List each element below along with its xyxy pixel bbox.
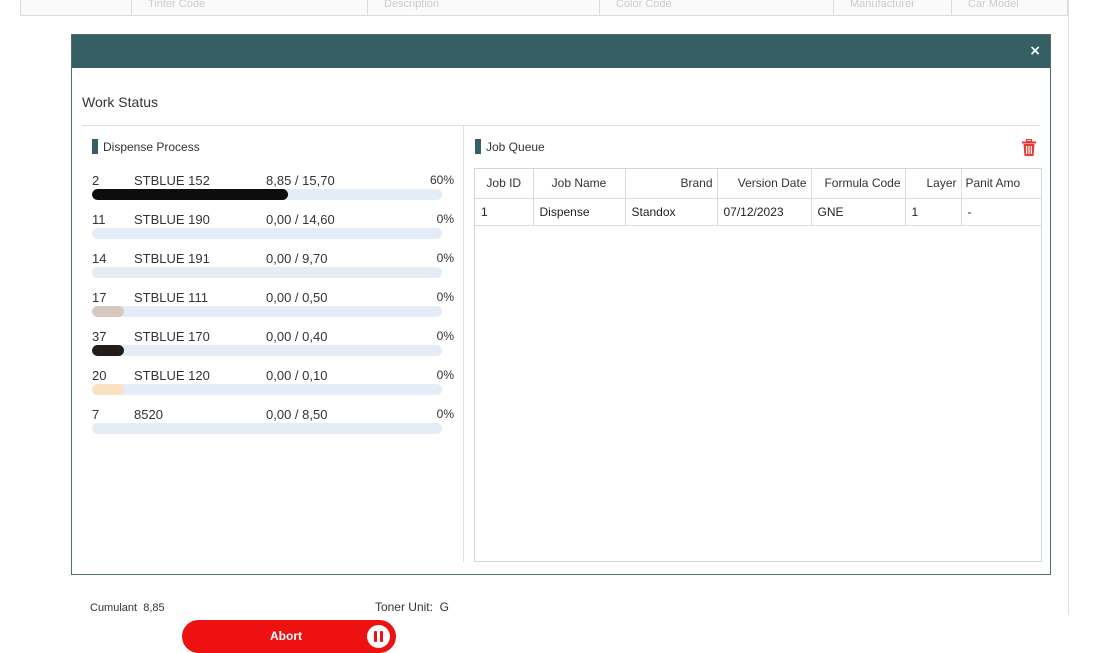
toner-amount: 0,00 / 8,50 [266,407,328,422]
toner-amount: 8,85 / 15,70 [266,173,335,188]
cell-job-id: 1 [475,198,534,226]
toner-unit-label: Toner Unit: [374,600,433,614]
toner-amount: 0,00 / 0,50 [266,290,328,305]
toner-unit: Toner Unit: G [375,600,449,614]
column-header-version-date[interactable]: Version Date [717,169,812,199]
pause-bar [374,631,377,642]
toner-percent: 60% [429,173,454,187]
cumulant-label: Cumulant [90,602,138,614]
bg-column-header: Manufacturer [833,0,951,15]
progress-fill [92,345,124,356]
cell-version-date: 07/12/2023 [717,198,812,226]
progress-fill [92,384,124,395]
toner-number: 14 [92,251,107,266]
toner-name: 8520 [134,407,163,422]
toner-percent: 0% [436,368,454,382]
bg-column-header: Description [367,0,599,15]
toner-amount: 0,00 / 9,70 [266,251,328,266]
toner-name: STBLUE 170 [134,329,210,344]
dialog-header-bar: × [72,35,1050,68]
progress-track [92,267,442,278]
toner-name: STBLUE 191 [134,251,210,266]
table-header-row: Job ID Job Name Brand Version Date Formu… [475,169,1041,199]
cell-paint-amount: - [961,198,1041,226]
column-header-layer[interactable]: Layer [905,169,962,199]
dispense-row: 2 STBLUE 152 8,85 / 15,70 60% [92,164,454,200]
column-header-brand[interactable]: Brand [625,169,718,199]
abort-button[interactable]: Abort [182,620,396,653]
progress-track [92,345,442,356]
toner-unit-value: G [439,600,449,614]
bg-column-header: Color Code [599,0,833,15]
dialog-title: Work Status [82,94,158,110]
toner-name: STBLUE 190 [134,212,210,227]
progress-track [92,384,442,395]
dispense-row: 7 8520 0,00 / 8,50 0% [92,398,454,434]
dispense-row: 20 STBLUE 120 0,00 / 0,10 0% [92,359,454,395]
trash-icon[interactable] [1022,139,1036,156]
column-header-job-name[interactable]: Job Name [533,169,626,199]
toner-percent: 0% [436,407,454,421]
dispense-process-panel: Dispense Process 2 STBLUE 152 8,85 / 15,70… [82,126,464,653]
toner-number: 11 [92,212,106,227]
job-queue-table: Job ID Job Name Brand Version Date Formu… [475,169,1041,226]
background-divider [1068,0,1069,615]
section-marker [92,139,98,154]
bg-column-header: Tinter Code [131,0,367,15]
cumulant-summary: Cumulant 8,85 [90,602,165,614]
progress-fill [92,423,124,434]
pause-bar [380,631,383,642]
progress-fill [92,267,124,278]
toner-amount: 0,00 / 0,10 [266,368,328,383]
toner-percent: 0% [436,329,454,343]
dispense-process-label: Dispense Process [103,139,200,154]
cell-brand: Standox [625,198,718,226]
progress-track [92,306,442,317]
toner-name: STBLUE 120 [134,368,210,383]
toner-name: STBLUE 111 [134,290,208,305]
toner-amount: 0,00 / 0,40 [266,329,328,344]
job-queue-table-container: Job ID Job Name Brand Version Date Formu… [474,168,1042,562]
cell-formula-code: GNE [811,198,906,226]
toner-name: STBLUE 152 [134,173,210,188]
dispense-process-heading: Dispense Process [92,139,200,154]
toner-number: 20 [92,368,107,383]
progress-track [92,228,442,239]
job-queue-heading: Job Queue [475,139,545,154]
abort-button-label: Abort [270,629,302,643]
column-header-paint-amount[interactable]: Panit Amo [961,169,1041,199]
bg-column-header: Car Model [951,0,1069,15]
work-status-dialog: × Work Status Dispense Process 2 STBLUE 1… [71,34,1051,653]
cell-job-name: Dispense [533,198,626,226]
table-row[interactable]: 1 Dispense Standox 07/12/2023 GNE 1 - [475,198,1041,226]
cell-layer: 1 [905,198,962,226]
toner-number: 2 [92,173,100,188]
progress-fill [92,228,124,239]
job-queue-label: Job Queue [486,139,545,154]
pause-icon[interactable] [367,625,390,648]
progress-fill [92,189,288,200]
close-icon[interactable]: × [1029,43,1041,59]
toner-number: 37 [92,329,107,344]
toner-number: 7 [92,407,100,422]
dispense-row: 14 STBLUE 191 0,00 / 9,70 0% [92,242,454,278]
column-header-formula-code[interactable]: Formula Code [811,169,906,199]
cumulant-value: 8,85 [143,602,165,614]
progress-track [92,189,442,200]
progress-track [92,423,442,434]
background-table-header: Tinter Code Description Color Code Manuf… [20,0,1068,16]
toner-amount: 0,00 / 14,60 [266,212,335,227]
column-header-job-id[interactable]: Job ID [475,169,534,199]
job-queue-panel: Job Queue Job ID Job Name Brand Version … [465,126,1042,562]
toner-percent: 0% [436,212,454,226]
dispense-row: 17 STBLUE 111 0,00 / 0,50 0% [92,281,454,317]
dispense-row: 11 STBLUE 190 0,00 / 14,60 0% [92,203,454,239]
section-marker [475,139,481,154]
toner-percent: 0% [436,290,454,304]
progress-fill [92,306,124,317]
toner-number: 17 [92,290,107,305]
dispense-row: 37 STBLUE 170 0,00 / 0,40 0% [92,320,454,356]
toner-percent: 0% [436,251,454,265]
